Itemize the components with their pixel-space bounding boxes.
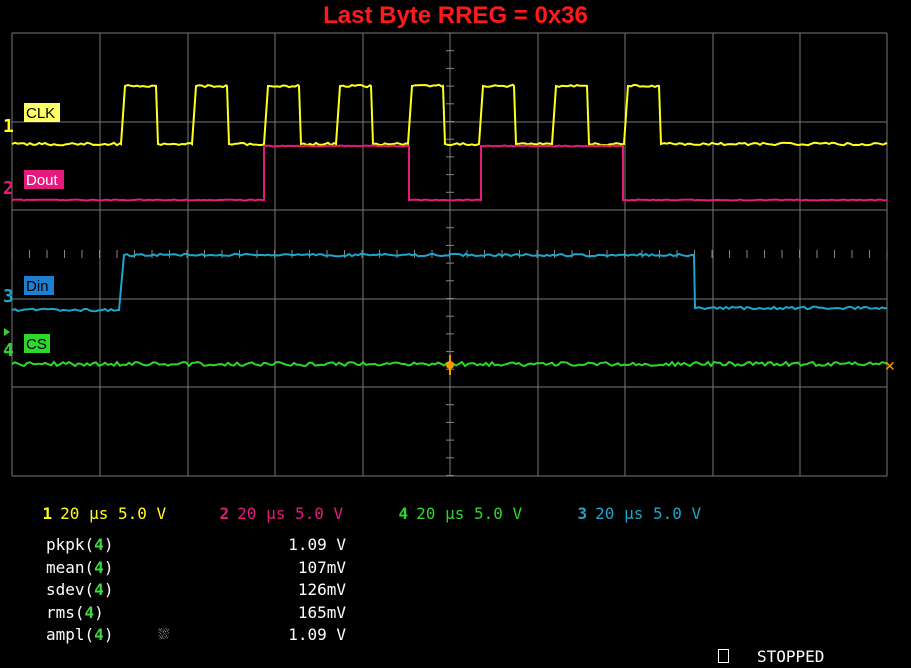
statistics-icon: ⛆ [158,624,169,647]
channel-3-marker: 3 [3,286,14,307]
run-state-icon [718,649,729,663]
trigger-edge-marker: ✕ [884,359,896,375]
measurement-row: mean(4) 107mV [46,557,346,580]
channel-label-text: CLK [26,105,55,122]
channel-2-marker: 2 [3,178,14,199]
traces: ✕ [12,85,896,375]
acquisition-status[interactable]: STOPPED [718,647,824,666]
measurements-panel: pkpk(4) 1.09 V mean(4) 107mV sdev(4) 126… [46,534,346,647]
measurement-row: pkpk(4) 1.09 V [46,534,346,557]
channel-1-marker: 1 [3,116,14,137]
measurement-row: sdev(4) 126mV [46,579,346,602]
trigger-level-arrow [4,328,10,336]
channel-4-marker: 4 [3,340,14,361]
channel-label-text: Din [26,278,49,295]
measurement-row: rms(4) 165mV [46,602,346,625]
channel-label-text: Dout [26,172,59,189]
waveform-display: ✕ 1 CLK 2 Dout 3 Din 4 CS [0,0,911,480]
channel-3-setting[interactable]: 3 20 µs 5.0 V [539,485,701,542]
measurement-row: ampl(4) ⛆ 1.09 V [46,624,346,647]
channel-4-setting[interactable]: 4 20 µs 5.0 V [360,485,522,542]
channel-label-text: CS [26,336,47,353]
